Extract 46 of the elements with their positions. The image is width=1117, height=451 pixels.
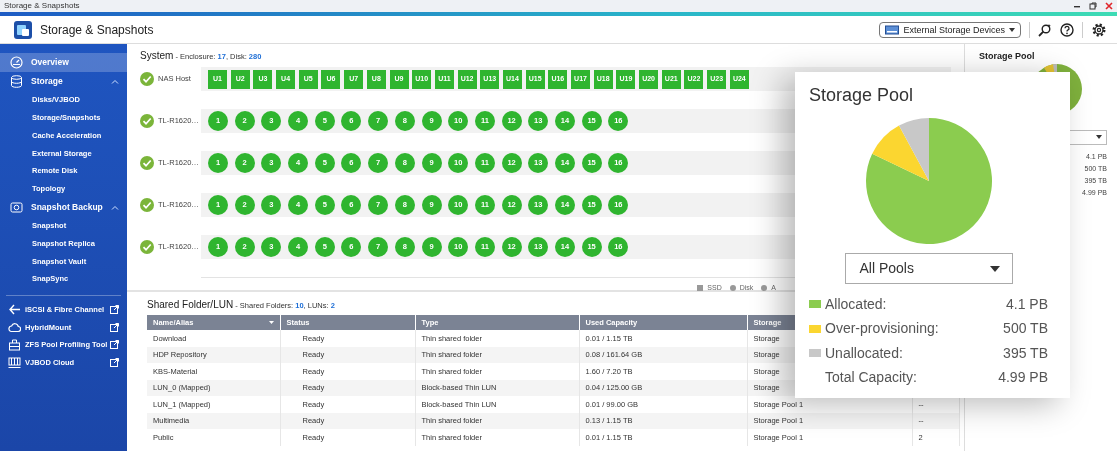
server-rack-icon <box>8 355 21 369</box>
panel-title: Storage Pool <box>979 50 1036 63</box>
snapshot-icon <box>10 200 23 214</box>
sidebar-item[interactable]: Snapshot Backup <box>0 197 127 217</box>
help-icon[interactable] <box>1060 22 1074 37</box>
dot-legend-icon <box>761 285 768 292</box>
collapse-icon[interactable] <box>111 79 119 84</box>
cloud-icon <box>8 320 21 334</box>
caret-icon <box>1009 27 1015 32</box>
legend-value: 500 TB <box>1003 319 1048 339</box>
legend-label: Unallocated: <box>825 343 903 363</box>
caret-icon <box>1096 135 1102 139</box>
app-logo-icon <box>14 20 32 39</box>
legend-label: Allocated: <box>825 294 887 314</box>
restore-icon[interactable] <box>1089 2 1097 10</box>
drive-icon <box>885 24 900 35</box>
sidebar-item[interactable]: Storage <box>0 72 127 91</box>
sort-icon <box>268 321 274 324</box>
app-title: Storage & Snapshots <box>40 21 154 39</box>
connection-icon <box>8 303 21 317</box>
section-title: Shared Folder/LUN <box>147 298 234 312</box>
legend-value: 395 TB <box>1003 343 1048 363</box>
popup-title: Storage Pool <box>809 84 915 107</box>
pool-dropdown[interactable]: All Pools <box>844 253 1013 284</box>
caret-icon <box>989 265 1000 272</box>
external-link-icon <box>110 322 119 332</box>
legend-value: 4.1 PB <box>1005 294 1048 314</box>
sidebar-item[interactable]: Overview <box>0 53 127 72</box>
search-icon[interactable] <box>1038 22 1052 37</box>
window-title: Storage & Snapshots <box>4 0 80 12</box>
settings-icon[interactable] <box>1091 21 1107 38</box>
dot-legend-icon <box>729 285 736 292</box>
device-dropdown[interactable]: External Storage Devices <box>879 21 1021 38</box>
toolbox-icon <box>8 338 21 352</box>
collapse-icon[interactable] <box>111 204 119 210</box>
external-link-icon <box>110 305 119 315</box>
legend-value: 4.99 PB <box>998 368 1048 388</box>
legend-label: Total Capacity: <box>825 368 917 388</box>
section-title: System <box>140 49 174 63</box>
database-icon <box>10 75 23 88</box>
close-icon[interactable] <box>1105 2 1113 10</box>
legend-label: Over-provisioning: <box>825 319 939 339</box>
gauge-icon <box>10 56 23 69</box>
external-link-icon <box>110 357 119 367</box>
external-link-icon <box>110 340 119 350</box>
square-legend-icon <box>697 285 704 292</box>
